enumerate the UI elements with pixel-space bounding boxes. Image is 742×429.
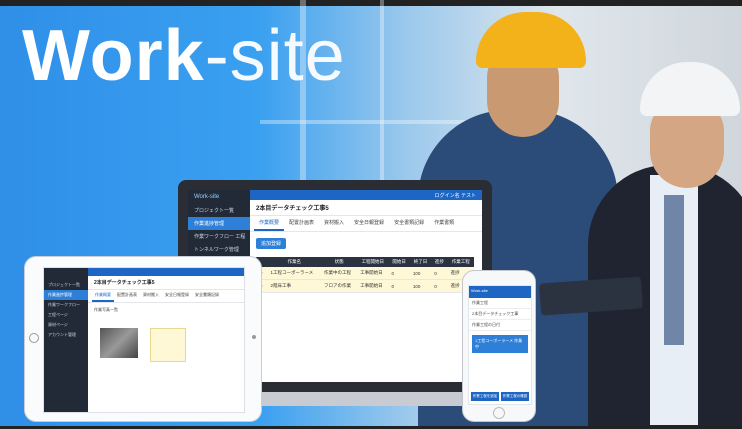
background-beam [380,0,384,200]
table-cell: 0 [431,279,448,293]
hero-title-bold: Work [22,16,205,96]
task-table: 作業名 状態 工程開始日 開始日 終了日 進捗 作業工程 ▼ 1工程コーポーラー… [256,257,474,293]
sidebar-item-workflow[interactable]: 作業ワークフロー 工程 [188,230,250,243]
white-hardhat-icon [640,62,740,116]
table-header: 作業工程 [447,257,474,267]
table-cell: 1工程コーポーラーメ [267,267,321,280]
sidebar-item-workflow[interactable]: 作業ワークフロー [44,300,88,310]
table-cell: 100 [409,267,432,280]
laptop-tabs: 作業概要 配置計画表 資材搬入 安全日報登録 安全書類記録 作業書類 [250,216,482,232]
tablet-logo-space [44,268,88,280]
tablet-screen: プロジェクト一覧 作業進捗管理 作業ワークフロー 工程ページ 資材ページ アカウ… [43,267,245,413]
tab-safety-docs[interactable]: 安全書類記録 [192,290,222,302]
table-header: 状態 [321,257,358,267]
phone-row[interactable]: 作業工程の日付 [469,320,531,331]
tab-work-docs[interactable]: 作業書類 [429,216,459,231]
tab-daily-report[interactable]: 安全日報登録 [162,290,192,302]
sidebar-item-tunnel[interactable]: トンネルワーク管理 [188,243,250,256]
manager-tie [664,195,684,345]
table-cell: 0 [388,279,410,293]
photo-thumbnail[interactable] [100,328,138,358]
table-cell: フロアの作業 [321,279,358,293]
table-header: 終了日 [409,257,432,267]
table-row[interactable]: ▼ 2階床工事 フロアの作業 工事開始日 0 100 0 進捗 [256,279,474,293]
sidebar-item-progress[interactable]: 作業進捗管理 [188,217,250,230]
sidebar-item-projects[interactable]: プロジェクト一覧 [44,280,88,290]
tab-overview[interactable]: 作業概要 [254,216,285,231]
yellow-hardhat-icon [476,12,586,68]
table-cell: 2階床工事 [267,279,321,293]
sidebar-item-process[interactable]: 工程ページ [44,310,88,320]
phone-screen: Work-site 作業工程 2本目データチェック工事 作業工程の日付 1工程コ… [468,285,532,405]
tab-materials[interactable]: 資材搬入 [319,216,349,231]
laptop-logo: Work-site [194,194,220,200]
phone-device: Work-site 作業工程 2本目データチェック工事 作業工程の日付 1工程コ… [462,270,536,422]
phone-row[interactable]: 2本目データチェック工事 [469,309,531,320]
page-title: 2本目データチェック工事5 [250,200,482,216]
table-cell: 工事開始日 [357,279,389,293]
laptop-header: ログイン名 テスト [250,190,482,200]
section-label: 作業写真一覧 [94,307,118,312]
add-button[interactable]: 追加登録 [256,238,287,249]
table-header: 開始日 [388,257,410,267]
table-header: 作業名 [267,257,321,267]
tab-materials[interactable]: 資材搬入 [140,290,162,302]
home-button-icon [29,333,39,343]
table-header: 進捗 [431,257,448,267]
hero-banner: Work-site Work-site プロジェクト一覧 作業進捗管理 作業ワー… [0,0,742,429]
sidebar-item-materials[interactable]: 資材ページ [44,320,88,330]
laptop-main: ログイン名 テスト 2本目データチェック工事5 作業概要 配置計画表 資材搬入 … [250,190,482,382]
tablet-page-title: 2本目データチェック工事5 [88,276,244,290]
confirm-process-button[interactable]: 作業工程の確認 [501,392,529,401]
table-header: 工程開始日 [357,257,389,267]
table-cell: 作業中の工程 [321,267,358,280]
sidebar-item-progress[interactable]: 作業進捗管理 [44,290,88,300]
camera-icon [252,335,256,339]
table-cell: 0 [388,267,410,280]
table-row[interactable]: ▼ 1工程コーポーラーメ 作業中の工程 工事開始日 0 100 0 進捗 [256,267,474,280]
tab-safety-docs[interactable]: 安全書類記録 [389,216,429,231]
tab-overview[interactable]: 作業概要 [92,290,114,302]
table-cell: 0 [431,267,448,280]
sidebar-item-projects[interactable]: プロジェクト一覧 [188,204,250,217]
hero-title-light: -site [204,16,346,96]
sidebar-item-accounts[interactable]: アカウント管理 [44,330,88,340]
tab-daily-report[interactable]: 安全日報登録 [349,216,389,231]
tablet-main: 2本目データチェック工事5 作業概要 配置計画表 資材搬入 安全日報登録 安全書… [88,268,244,412]
tablet-tabs: 作業概要 配置計画表 資材搬入 安全日報登録 安全書類記録 [88,290,244,303]
phone-header: Work-site [469,286,531,298]
hero-title: Work-site [22,16,346,96]
home-button-icon [493,407,505,419]
sticky-note [150,328,186,362]
tablet-header [88,268,244,276]
tablet-device: プロジェクト一覧 作業進捗管理 作業ワークフロー 工程ページ 資材ページ アカウ… [24,256,262,422]
tablet-sidebar: プロジェクト一覧 作業進捗管理 作業ワークフロー 工程ページ 資材ページ アカウ… [44,268,88,412]
table-cell: 100 [409,279,432,293]
tab-placement[interactable]: 配置計画表 [284,216,319,231]
add-process-button[interactable]: 作業工程を追加 [471,392,499,401]
phone-row[interactable]: 作業工程 [469,298,531,309]
table-cell: 工事開始日 [357,267,389,280]
tab-placement[interactable]: 配置計画表 [114,290,140,302]
phone-buttons: 作業工程を追加 作業工程の確認 [471,392,529,401]
phone-card[interactable]: 1工程コーポーラーメ 作業中 [472,335,528,353]
top-border [0,0,742,6]
